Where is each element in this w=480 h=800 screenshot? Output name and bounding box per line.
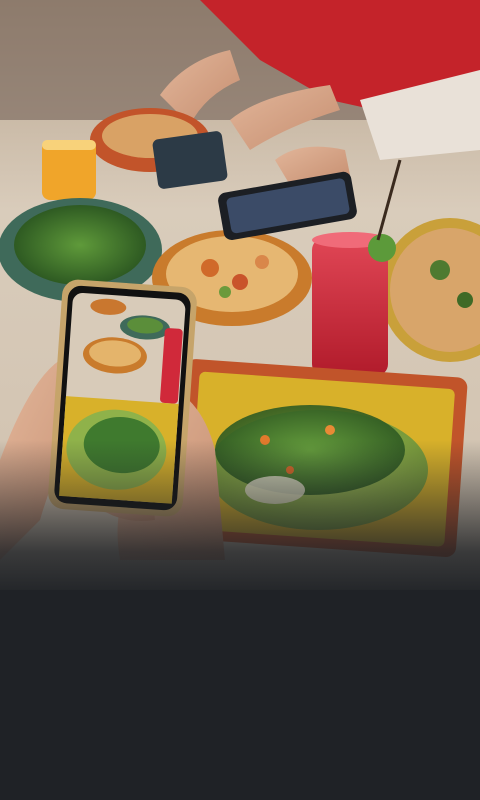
bottom-dark-panel xyxy=(0,590,480,800)
screen xyxy=(0,0,480,800)
photo-fade-overlay xyxy=(0,440,480,600)
